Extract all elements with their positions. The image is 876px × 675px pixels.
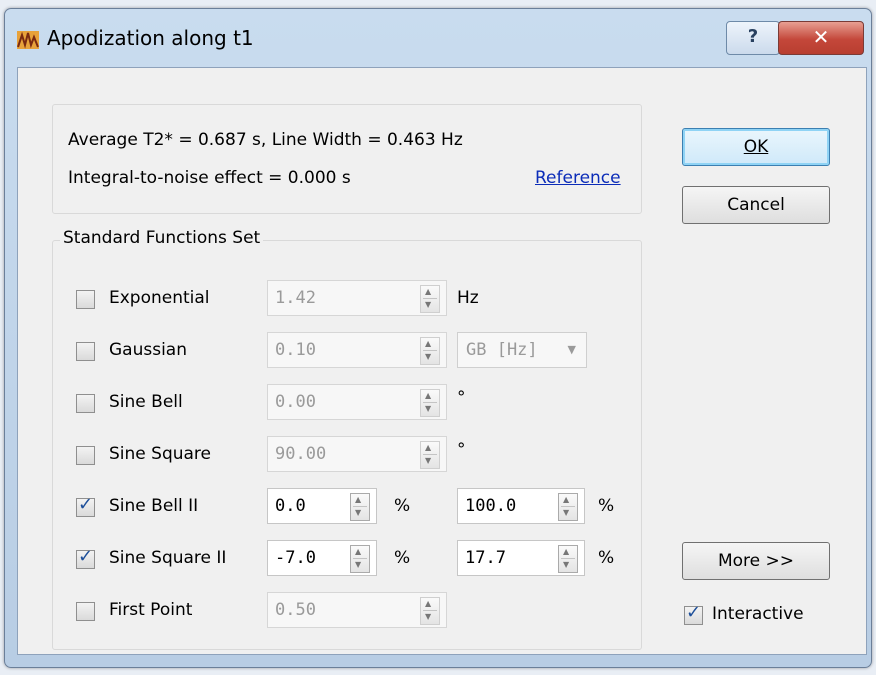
- exponential-unit: Hz: [457, 288, 479, 308]
- spin-arrows-icon[interactable]: [350, 493, 370, 521]
- gaussian-mode-select[interactable]: GB [Hz] ▼: [457, 332, 587, 368]
- spin-arrows-icon[interactable]: [558, 493, 578, 521]
- sine-bell-ii-checkbox[interactable]: [76, 494, 95, 517]
- info-panel: [52, 104, 642, 214]
- title-bar[interactable]: Apodization along t1 ? ✕: [5, 9, 871, 65]
- dialog-window: Apodization along t1 ? ✕ Average T2* = 0…: [4, 8, 872, 668]
- spin-arrows-icon[interactable]: [420, 441, 440, 469]
- first-point-value-spinbox[interactable]: 0.50: [267, 592, 447, 628]
- dialog-client-area: Average T2* = 0.687 s, Line Width = 0.46…: [17, 67, 867, 655]
- gaussian-checkbox[interactable]: [76, 342, 95, 361]
- sine-square-value-spinbox[interactable]: 90.00: [267, 436, 447, 472]
- sine-bell-ii-label: Sine Bell II: [109, 496, 199, 516]
- t2-linewidth-text: Average T2* = 0.687 s, Line Width = 0.46…: [68, 130, 463, 150]
- interactive-checkbox[interactable]: [684, 602, 703, 625]
- more-button[interactable]: More >>: [682, 542, 830, 580]
- sine-square-ii-value1-spinbox[interactable]: -7.0: [267, 540, 377, 576]
- sine-square-checkbox[interactable]: [76, 446, 95, 465]
- sine-square-ii-label: Sine Square II: [109, 548, 227, 568]
- exponential-label: Exponential: [109, 288, 210, 308]
- spin-arrows-icon[interactable]: [558, 545, 578, 573]
- sine-bell-ii-value2-spinbox[interactable]: 100.0: [457, 488, 585, 524]
- cancel-button[interactable]: Cancel: [682, 186, 830, 224]
- sine-square-ii-unit2: %: [598, 548, 615, 568]
- spin-arrows-icon[interactable]: [420, 597, 440, 625]
- sine-bell-label: Sine Bell: [109, 392, 183, 412]
- sine-square-ii-checkbox[interactable]: [76, 546, 95, 569]
- reference-link[interactable]: Reference: [535, 168, 621, 188]
- sine-bell-unit: °: [457, 388, 466, 408]
- app-icon: [17, 31, 39, 49]
- spin-arrows-icon[interactable]: [350, 545, 370, 573]
- sine-square-unit: °: [457, 440, 466, 460]
- spin-arrows-icon[interactable]: [420, 337, 440, 365]
- integral-noise-text: Integral-to-noise effect = 0.000 s: [68, 168, 351, 188]
- close-button[interactable]: ✕: [778, 21, 864, 55]
- ok-button[interactable]: OK: [682, 128, 830, 166]
- sine-bell-ii-unit2: %: [598, 496, 615, 516]
- sine-square-ii-value2-spinbox[interactable]: 17.7: [457, 540, 585, 576]
- sine-bell-ii-value1-spinbox[interactable]: 0.0: [267, 488, 377, 524]
- interactive-label: Interactive: [712, 604, 804, 624]
- gaussian-label: Gaussian: [109, 340, 187, 360]
- sine-bell-checkbox[interactable]: [76, 394, 95, 413]
- sine-square-label: Sine Square: [109, 444, 211, 464]
- exponential-value-spinbox[interactable]: 1.42: [267, 280, 447, 316]
- first-point-checkbox[interactable]: [76, 602, 95, 621]
- gaussian-value-spinbox[interactable]: 0.10: [267, 332, 447, 368]
- first-point-label: First Point: [109, 600, 193, 620]
- sine-square-ii-unit1: %: [394, 548, 411, 568]
- exponential-checkbox[interactable]: [76, 290, 95, 309]
- chevron-down-icon: ▼: [567, 343, 576, 356]
- sine-bell-value-spinbox[interactable]: 0.00: [267, 384, 447, 420]
- functions-group-title: Standard Functions Set: [60, 228, 264, 248]
- help-button[interactable]: ?: [726, 21, 780, 55]
- spin-arrows-icon[interactable]: [420, 389, 440, 417]
- window-title: Apodization along t1: [47, 26, 254, 50]
- spin-arrows-icon[interactable]: [420, 285, 440, 313]
- sine-bell-ii-unit1: %: [394, 496, 411, 516]
